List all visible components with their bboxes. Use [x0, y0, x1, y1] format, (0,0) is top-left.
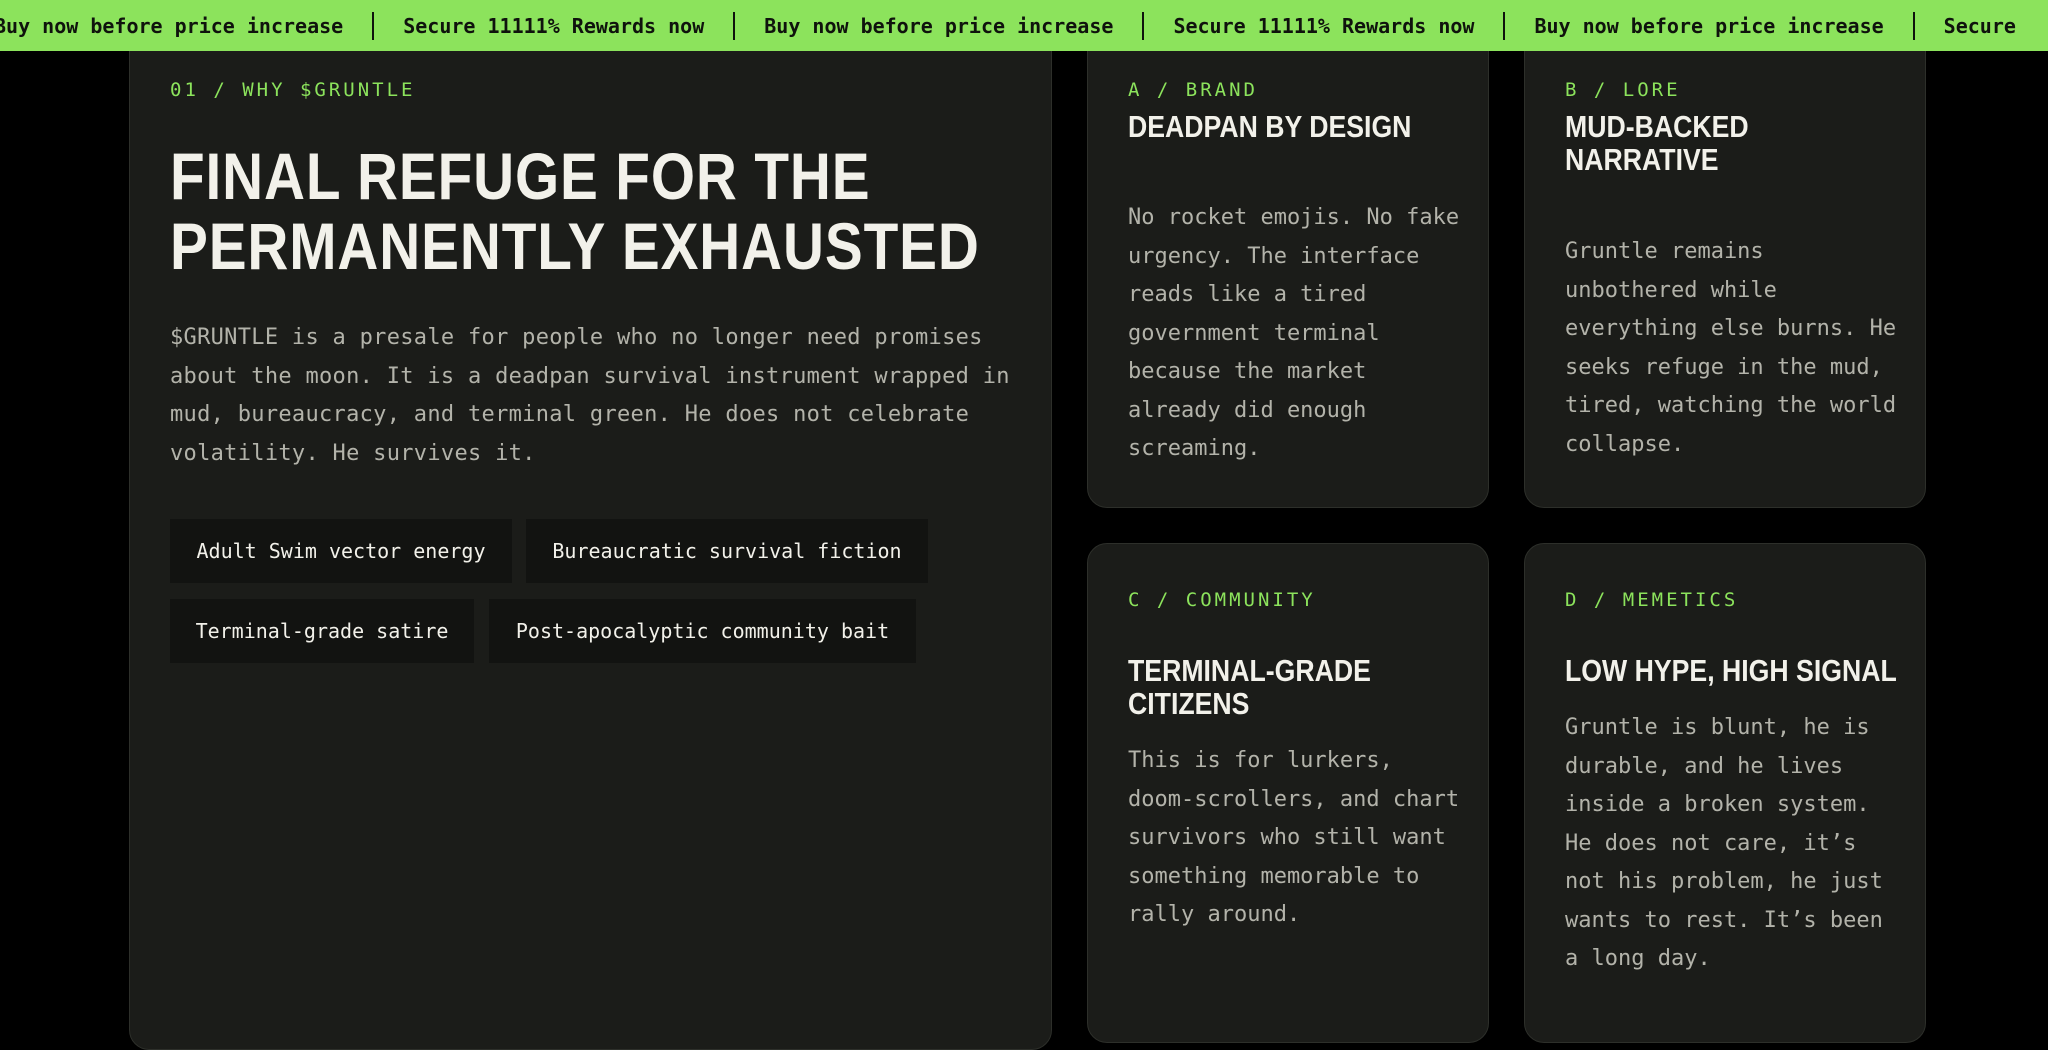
ticker-divider	[372, 11, 375, 40]
card-title-line: LOW HYPE, HIGH SIGNAL	[1565, 653, 1897, 688]
ticker-divider	[1503, 11, 1506, 40]
hero-title: FINAL REFUGE FOR THE PERMANENTLY EXHAUST…	[170, 141, 980, 281]
card-title-line: MUD-BACKED	[1565, 109, 1749, 144]
card-eyebrow: B / LORE	[1565, 79, 1681, 101]
card-eyebrow: A / BRAND	[1128, 79, 1258, 101]
card-title: TERMINAL-GRADE CITIZENS	[1128, 654, 1371, 720]
why-gruntle-card: 01 / WHY $GRUNTLE FINAL REFUGE FOR THE P…	[129, 20, 1052, 1050]
memetics-card: D / MEMETICS LOW HYPE, HIGH SIGNAL Grunt…	[1524, 543, 1926, 1043]
card-eyebrow: D / MEMETICS	[1565, 589, 1739, 611]
card-body: Gruntle remains unbothered while everyth…	[1565, 239, 1897, 457]
card-title-line: DEADPAN BY DESIGN	[1128, 109, 1412, 144]
tag-chip: Bureaucratic survival fiction	[526, 519, 928, 583]
card-title-line: CITIZENS	[1128, 686, 1250, 721]
ticker-divider	[733, 11, 736, 40]
section-eyebrow: 01 / WHY $GRUNTLE	[170, 79, 416, 101]
lore-card: B / LORE MUD-BACKED NARRATIVE Gruntle re…	[1524, 20, 1926, 508]
tag-chip: Adult Swim vector energy	[170, 519, 512, 583]
ticker-divider	[1912, 11, 1915, 40]
hero-title-line: FINAL REFUGE FOR THE	[170, 139, 871, 213]
card-eyebrow: C / COMMUNITY	[1128, 589, 1316, 611]
ticker-item: Buy now before price increase	[764, 13, 1114, 38]
ticker-track: Buy now before price increase Secure 111…	[0, 0, 2016, 51]
announcement-ticker: Buy now before price increase Secure 111…	[0, 0, 2048, 51]
ticker-item: Secure	[1943, 13, 2016, 38]
card-title: LOW HYPE, HIGH SIGNAL	[1565, 654, 1897, 687]
card-body: This is for lurkers, doom-scrollers, and…	[1128, 748, 1460, 927]
ticker-item: Buy now before price increase	[1534, 13, 1884, 38]
ticker-item: Secure 11111% Rewards now	[403, 13, 705, 38]
card-title: DEADPAN BY DESIGN	[1128, 110, 1411, 143]
card-body: No rocket emojis. No fake urgency. The i…	[1128, 205, 1460, 461]
hero-title-line: PERMANENTLY EXHAUSTED	[170, 209, 980, 283]
tag-chip: Post-apocalyptic community bait	[489, 599, 916, 663]
card-title-line: TERMINAL-GRADE	[1128, 653, 1371, 688]
card-title-line: NARRATIVE	[1565, 142, 1719, 177]
brand-card: A / BRAND DEADPAN BY DESIGN No rocket em…	[1087, 20, 1489, 508]
ticker-item: Buy now before price increase	[0, 13, 344, 38]
tag-chip: Terminal-grade satire	[170, 599, 474, 663]
ticker-item: Secure 11111% Rewards now	[1173, 13, 1475, 38]
ticker-divider	[1142, 11, 1145, 40]
card-title: MUD-BACKED NARRATIVE	[1565, 110, 1749, 176]
community-card: C / COMMUNITY TERMINAL-GRADE CITIZENS Th…	[1087, 543, 1489, 1043]
hero-description: $GRUNTLE is a presale for people who no …	[170, 325, 1010, 466]
card-body: Gruntle is blunt, he is durable, and he …	[1565, 715, 1883, 971]
